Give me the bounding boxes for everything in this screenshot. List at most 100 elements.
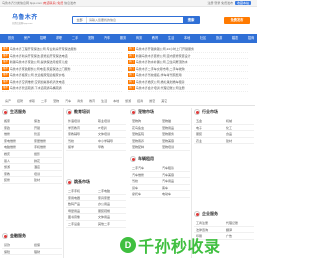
category-link[interactable]: 汽车租赁	[160, 165, 190, 172]
category-link[interactable]: 外语培训	[66, 118, 96, 125]
category-link[interactable]: 保洁	[32, 118, 62, 125]
category-tab[interactable]: 生活	[98, 97, 110, 105]
nav-item[interactable]: 招聘	[35, 34, 51, 43]
category-link[interactable]: 管道	[32, 131, 62, 138]
category-link[interactable]: 中小学辅导	[96, 138, 126, 145]
category-link[interactable]: 二手汽车	[130, 165, 160, 172]
category-link[interactable]: 二手手机	[66, 188, 96, 195]
category-link[interactable]: 家用电器	[66, 195, 96, 202]
category-link[interactable]: 家政	[2, 125, 32, 132]
category-link[interactable]: 家教	[2, 171, 32, 178]
category-link[interactable]: IT培训	[96, 125, 126, 132]
category-link[interactable]: 家教辅导	[66, 131, 96, 138]
favorite-button[interactable]: 收藏本站	[234, 1, 251, 6]
nav-item[interactable]: 二手	[67, 34, 83, 43]
category-link[interactable]: 食品	[224, 131, 254, 138]
nav-item[interactable]: 商务	[131, 34, 147, 43]
category-link[interactable]: 宠物配种	[130, 144, 160, 151]
category-link[interactable]: 早教	[96, 144, 126, 151]
post-free-button[interactable]: 免费发布	[224, 17, 250, 24]
category-link[interactable]: 货车	[130, 185, 160, 192]
category-link[interactable]: 手机维修	[32, 144, 62, 151]
category-link[interactable]: 开锁	[32, 125, 62, 132]
category-link[interactable]: 数码产品	[66, 201, 96, 208]
category-link[interactable]: 汽车维修	[130, 172, 160, 179]
section-industry-title[interactable]: 行业市场	[202, 109, 218, 115]
category-tab[interactable]: 旅游	[122, 97, 134, 105]
category-tab[interactable]: 房产	[2, 97, 14, 105]
category-link[interactable]: 培训	[32, 171, 62, 178]
category-link[interactable]: 电脑维修	[2, 144, 32, 151]
category-tab[interactable]: 招商	[134, 97, 146, 105]
category-link[interactable]: 贷款	[2, 242, 32, 249]
category-link[interactable]: 汽车用品	[160, 178, 190, 185]
category-link[interactable]: 电子	[194, 125, 224, 132]
nav-item[interactable]: 社区	[195, 34, 211, 43]
category-link[interactable]: 保险	[2, 249, 32, 256]
category-link[interactable]: 客车	[160, 185, 190, 192]
category-link[interactable]: 宠物医院	[130, 131, 160, 138]
category-tab[interactable]: 宠物	[50, 97, 62, 105]
category-link[interactable]: 农业	[194, 138, 224, 145]
category-tab[interactable]: 商务	[74, 97, 86, 105]
nav-item[interactable]: 招商	[243, 34, 259, 43]
category-link[interactable]: 宠物狗	[130, 118, 160, 125]
news-item[interactable]: 热门 乌鲁木齐会计培训,代理记账公司注册	[128, 85, 248, 92]
nav-item[interactable]: 本地	[179, 34, 195, 43]
category-link[interactable]: 职业培训	[96, 118, 126, 125]
nav-item[interactable]: 首页	[3, 34, 19, 43]
search-button[interactable]: 搜索	[183, 17, 199, 23]
category-link[interactable]: 摄影	[32, 151, 62, 158]
category-link[interactable]: 婚庆	[2, 151, 32, 158]
category-link[interactable]: 二手设备	[66, 221, 96, 228]
category-link[interactable]: 维修	[2, 131, 32, 138]
category-link[interactable]: 化工	[224, 125, 254, 132]
site-link[interactable]: bjqs.com	[30, 1, 42, 5]
category-link[interactable]: 文体培训	[96, 131, 126, 138]
category-link[interactable]: 图书音像	[66, 214, 96, 221]
category-link[interactable]: 文体用品	[96, 214, 126, 221]
category-tab[interactable]: 二手	[38, 97, 50, 105]
category-link[interactable]: 花鸟鱼虫	[130, 125, 160, 132]
category-link[interactable]: 家具家居	[96, 195, 126, 202]
nav-item[interactable]: 服务	[115, 34, 131, 43]
category-tab[interactable]: 汽车	[62, 97, 74, 105]
category-link[interactable]: 工商注册	[194, 220, 224, 227]
search-input[interactable]	[87, 17, 183, 23]
category-link[interactable]: 服装鞋帽	[96, 208, 126, 215]
category-link[interactable]: 鲜花	[32, 158, 62, 165]
category-tab[interactable]: 求职	[26, 97, 38, 105]
nav-item[interactable]: 婚恋	[227, 34, 243, 43]
category-link[interactable]: 搬家	[2, 118, 32, 125]
category-link[interactable]: 家居维修	[32, 138, 62, 145]
category-link[interactable]: 宠物用品	[160, 125, 190, 132]
category-link[interactable]: 宠物寄养	[130, 138, 160, 145]
section-edu-title[interactable]: 教育培训	[74, 109, 90, 115]
category-link[interactable]: 宠物培训	[160, 144, 190, 151]
category-link[interactable]: 丽人	[2, 158, 32, 165]
category-link[interactable]: 宠物美容	[160, 138, 190, 145]
category-link[interactable]: 驾校	[130, 178, 160, 185]
category-link[interactable]: 理财	[32, 249, 62, 256]
section-used-title[interactable]: 跳蚤市场	[74, 179, 90, 185]
nav-item[interactable]: 求职	[51, 34, 67, 43]
news-item[interactable]: 推荐 乌鲁木齐管道疏通,下水道疏通马桶疏通	[2, 85, 122, 92]
category-link[interactable]: 装修	[2, 177, 32, 184]
category-link[interactable]: 服装	[194, 131, 224, 138]
category-link[interactable]: 学历教育	[66, 125, 96, 132]
category-link[interactable]: 其他二手	[96, 221, 126, 228]
category-link[interactable]: 宠物猫	[160, 118, 190, 125]
category-link[interactable]: 酒店	[32, 164, 62, 171]
category-link[interactable]: 代理记账	[224, 220, 254, 227]
category-link[interactable]: 二手电脑	[96, 188, 126, 195]
category-link[interactable]: 驾校	[66, 138, 96, 145]
category-link[interactable]: 宠物服务	[160, 131, 190, 138]
section-car-title[interactable]: 车辆租用	[138, 156, 154, 162]
site-logo[interactable]: 乌鲁木齐 分类信息网 bjqs.com	[12, 12, 52, 26]
category-link[interactable]: 机械	[224, 118, 254, 125]
category-link[interactable]: 担保	[32, 242, 62, 249]
section-pet-title[interactable]: 宠物市场	[138, 109, 154, 115]
category-link[interactable]: 建材	[32, 177, 62, 184]
nav-item[interactable]: 旅游	[211, 34, 227, 43]
category-link[interactable]: 旅游	[2, 164, 32, 171]
